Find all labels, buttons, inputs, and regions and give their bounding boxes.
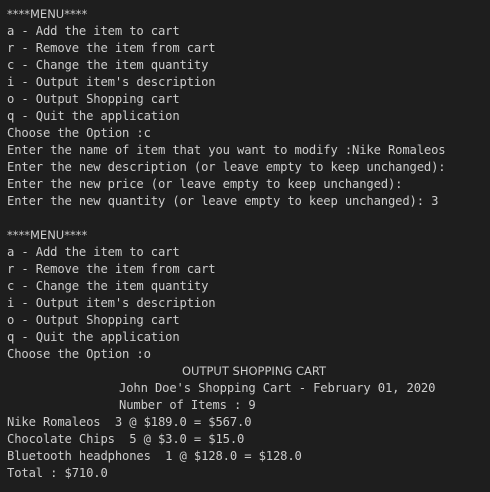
menu-title: ****MENU**** (7, 228, 88, 242)
cart-item: Chocolate Chips 5 @ $3.0 = $15.0 (7, 432, 245, 446)
terminal-output[interactable]: ****MENU**** a - Add the item to cart r … (0, 0, 490, 492)
menu-option-change: c - Change the item quantity (7, 279, 209, 293)
option-prompt: Choose the Option :o (7, 347, 151, 361)
cart-owner-line: John Doe's Shopping Cart - February 01, … (119, 381, 436, 395)
menu-option-description: i - Output item's description (7, 75, 216, 89)
modify-description-prompt: Enter the new description (or leave empt… (7, 160, 446, 174)
modify-quantity-prompt: Enter the new quantity (or leave empty t… (7, 194, 439, 208)
option-prompt: Choose the Option :c (7, 126, 151, 140)
menu-option-change: c - Change the item quantity (7, 58, 209, 72)
menu-option-quit: q - Quit the application (7, 109, 180, 123)
menu-title: ****MENU**** (7, 7, 88, 21)
menu-option-add: a - Add the item to cart (7, 24, 180, 38)
menu-option-remove: r - Remove the item from cart (7, 262, 216, 276)
menu-option-remove: r - Remove the item from cart (7, 41, 216, 55)
menu-option-add: a - Add the item to cart (7, 245, 180, 259)
menu-option-output-cart: o - Output Shopping cart (7, 92, 180, 106)
cart-item: Bluetooth headphones 1 @ $128.0 = $128.0 (7, 449, 302, 463)
menu-option-output-cart: o - Output Shopping cart (7, 313, 180, 327)
cart-item: Nike Romaleos 3 @ $189.0 = $567.0 (7, 415, 252, 429)
modify-name-prompt: Enter the name of item that you want to … (7, 143, 446, 157)
cart-heading: OUTPUT SHOPPING CART (182, 364, 327, 378)
cart-item-count: Number of Items : 9 (119, 398, 256, 412)
menu-option-quit: q - Quit the application (7, 330, 180, 344)
menu-option-description: i - Output item's description (7, 296, 216, 310)
modify-price-prompt: Enter the new price (or leave empty to k… (7, 177, 403, 191)
cart-total: Total : $710.0 (7, 466, 108, 480)
